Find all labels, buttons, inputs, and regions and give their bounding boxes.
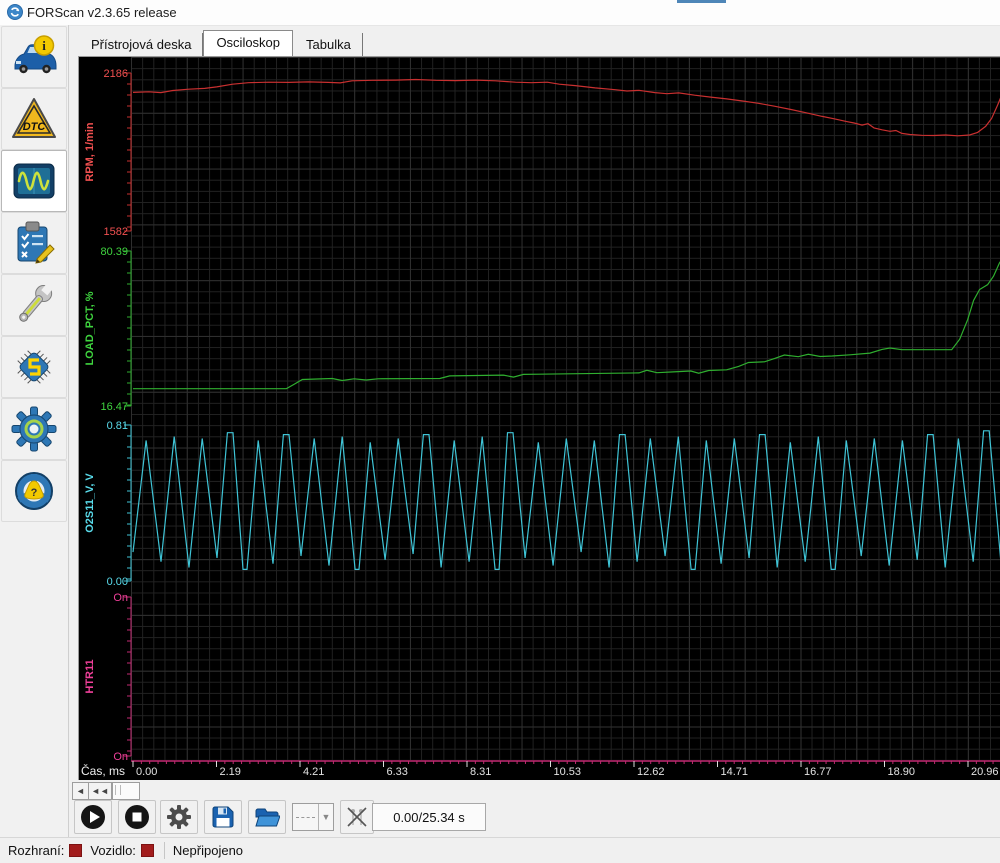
title-bar: FORScan v2.3.65 release (0, 0, 1000, 26)
sidebar-item-help[interactable]: ? (1, 460, 67, 522)
svg-text:20.96: 20.96 (971, 766, 999, 778)
svg-text:8.31: 8.31 (470, 766, 491, 778)
svg-text:10.53: 10.53 (554, 766, 582, 778)
svg-text:On: On (113, 592, 128, 604)
svg-text:2186: 2186 (104, 68, 128, 80)
svg-text:?: ? (31, 487, 38, 499)
connection-status-text: Nepřipojeno (172, 843, 244, 858)
background-window-artifact (677, 0, 726, 3)
sidebar-item-tests[interactable] (1, 212, 67, 274)
svg-text:80.39: 80.39 (100, 246, 128, 258)
svg-text:1582: 1582 (104, 226, 128, 238)
tab-table[interactable]: Tabulka (295, 33, 363, 56)
status-panel-divider (163, 842, 165, 859)
dtc-triangle-icon: DTC (12, 98, 56, 138)
stop-button[interactable] (118, 800, 156, 834)
sidebar-item-oscilloscope[interactable] (1, 150, 67, 212)
svg-text:16.47: 16.47 (100, 401, 128, 413)
svg-text:LOAD_PCT, %: LOAD_PCT, % (84, 291, 96, 365)
stop-icon (125, 805, 149, 829)
svg-text:On: On (113, 751, 128, 763)
time-position-display: 0.00/25.34 s (372, 803, 486, 831)
sidebar-item-dtc[interactable]: DTC (1, 88, 67, 150)
svg-text:0.81: 0.81 (107, 420, 128, 432)
sidebar: i DTC ? (0, 25, 69, 862)
chevron-down-icon: ▼ (318, 804, 333, 830)
help-wheel-icon: ? (15, 472, 53, 510)
wrench-icon (19, 283, 54, 322)
status-bar: Rozhraní: Vozidlo: Nepřipojeno (0, 837, 1000, 863)
markers-disabled-icon (347, 807, 367, 827)
svg-text:12.62: 12.62 (637, 766, 665, 778)
app-logo-icon (7, 4, 23, 20)
time-scrollbar: ◄ ◄◄ (70, 782, 1000, 800)
svg-text:18.90: 18.90 (888, 766, 916, 778)
open-folder-icon (255, 808, 280, 827)
svg-text:4.21: 4.21 (303, 766, 324, 778)
interface-label: Rozhraní: (8, 843, 65, 858)
sidebar-item-settings[interactable] (1, 398, 67, 460)
interface-status-indicator (69, 844, 83, 857)
svg-text:i: i (42, 38, 46, 53)
save-floppy-icon (212, 806, 234, 828)
record-settings-button[interactable] (160, 800, 198, 834)
tests-clipboard-icon (17, 221, 55, 264)
svg-text:RPM, 1/min: RPM, 1/min (84, 122, 96, 182)
sidebar-item-vehicle-info[interactable]: i (1, 26, 67, 88)
svg-text:DTC: DTC (23, 121, 47, 133)
oscilloscope-icon (13, 163, 55, 199)
vehicle-label: Vozidlo: (90, 843, 136, 858)
svg-text:Čas, ms: Čas, ms (81, 763, 125, 778)
scope-traces: 2186 1582 RPM, 1/min 80.39 16.47 LOAD_PCT, % 0… (81, 68, 1000, 778)
save-button[interactable] (204, 800, 242, 834)
car-info-icon: i (14, 35, 57, 74)
svg-text:O2S11_V, V: O2S11_V, V (84, 473, 96, 533)
oscilloscope-plot[interactable]: 2186 1582 RPM, 1/min 80.39 16.47 LOAD_PCT, % 0… (78, 56, 1000, 780)
markers-toggle-button[interactable] (340, 800, 374, 834)
svg-text:6.33: 6.33 (387, 766, 408, 778)
play-button[interactable] (74, 800, 112, 834)
transport-toolbar: ▼ 0.00/25.34 s (70, 800, 1000, 838)
sidebar-item-configuration[interactable] (1, 336, 67, 398)
svg-text:2.19: 2.19 (220, 766, 241, 778)
record-gear-icon (167, 805, 191, 829)
tab-dashboard[interactable]: Přístrojová deska (80, 33, 204, 56)
play-icon (81, 805, 105, 829)
svg-text:16.77: 16.77 (804, 766, 832, 778)
tab-oscilloscope[interactable]: Osciloskop (203, 30, 294, 56)
svg-text:14.71: 14.71 (721, 766, 749, 778)
chip-icon (17, 350, 51, 384)
gear-icon (11, 406, 57, 452)
scroll-left-button[interactable]: ◄ (72, 782, 89, 800)
svg-text:0.00: 0.00 (107, 576, 128, 588)
sidebar-item-service[interactable] (1, 274, 67, 336)
open-file-button[interactable] (248, 800, 286, 834)
marker-select-value (296, 816, 315, 818)
window-title: FORScan v2.3.65 release (27, 5, 177, 20)
tab-bar: Přístrojová deska Osciloskop Tabulka (80, 30, 363, 56)
marker-select-dropdown[interactable]: ▼ (292, 803, 334, 831)
svg-text:HTR11: HTR11 (84, 659, 96, 693)
scroll-left-fast-button[interactable]: ◄◄ (88, 782, 112, 800)
scrollbar-thumb[interactable] (112, 782, 140, 800)
vehicle-status-indicator (140, 844, 154, 857)
svg-text:0.00: 0.00 (136, 766, 157, 778)
